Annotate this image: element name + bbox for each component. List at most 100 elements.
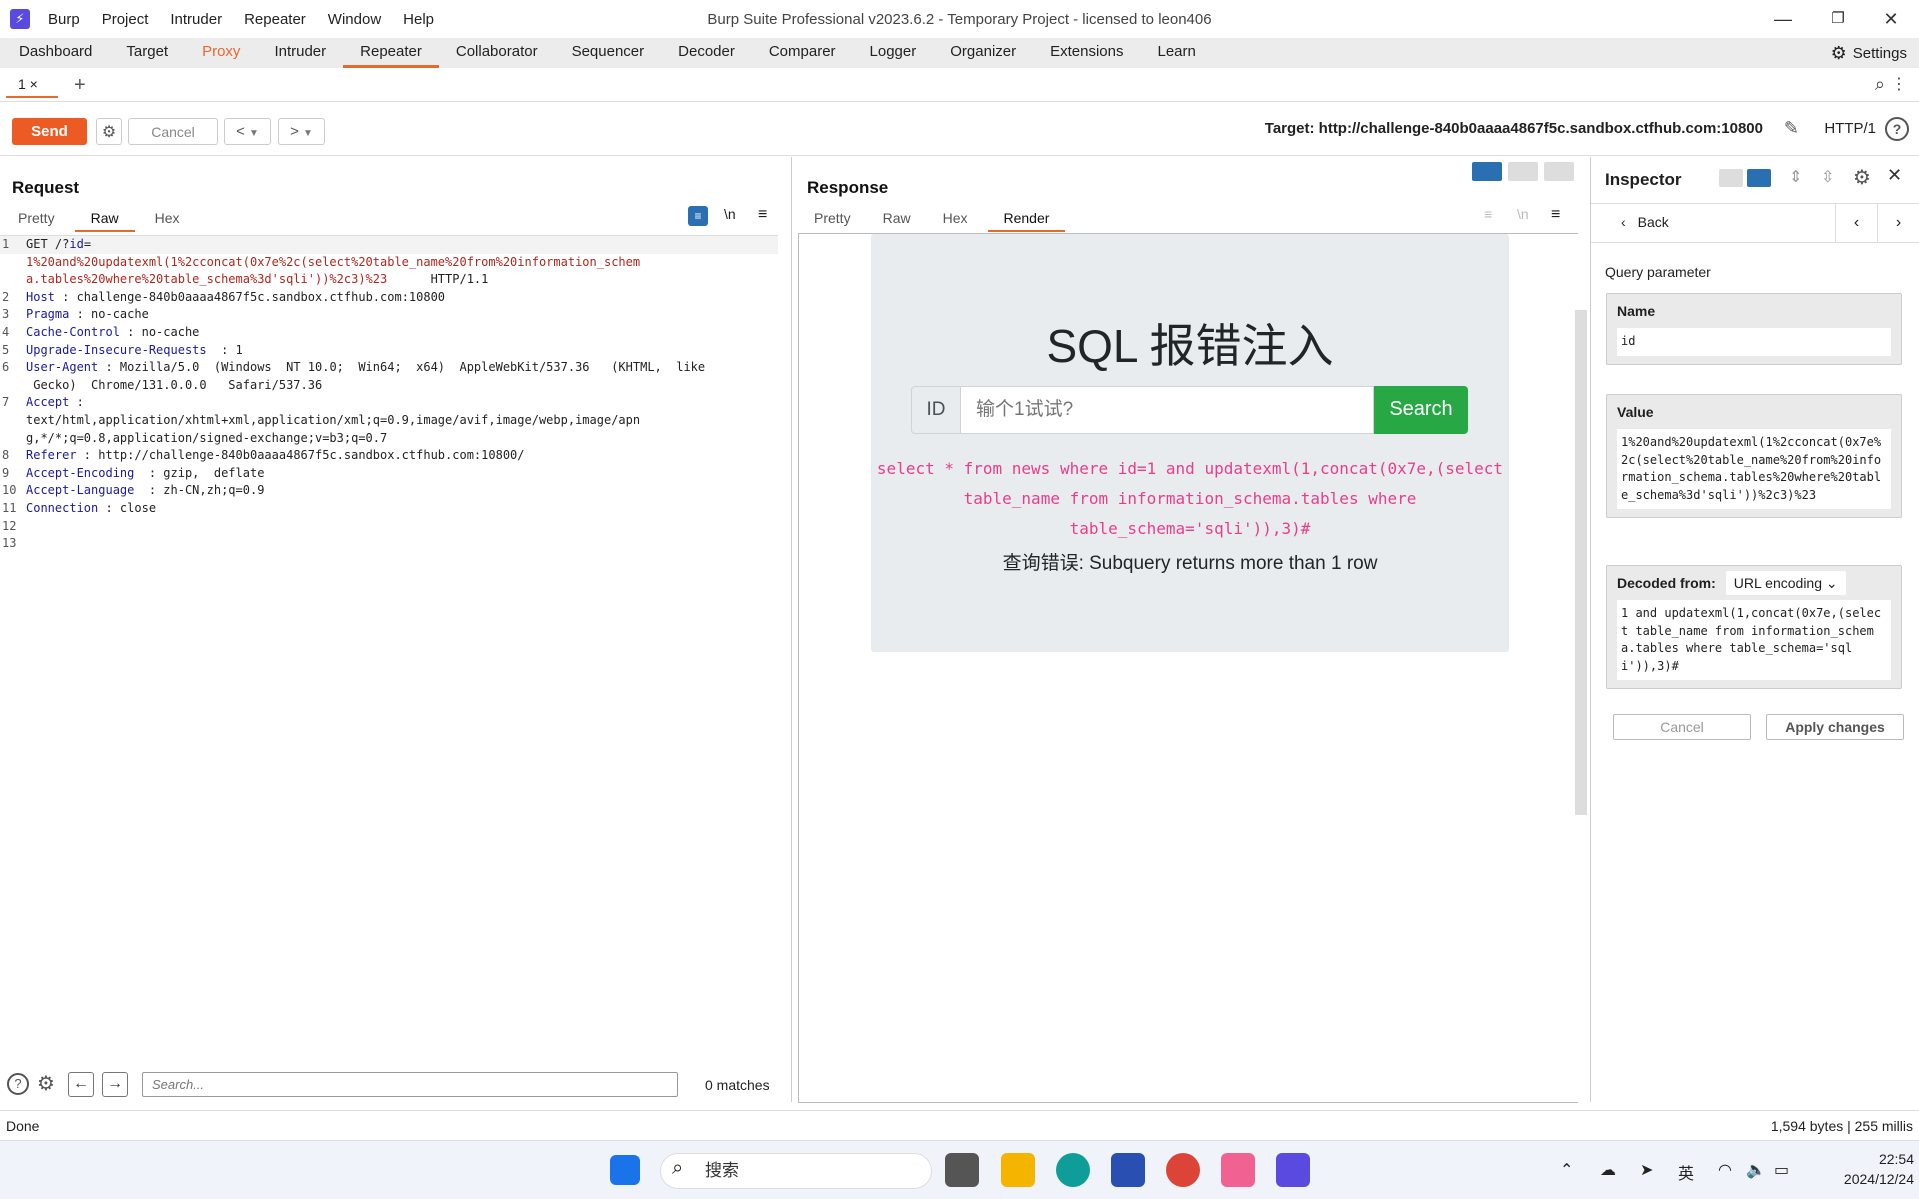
- tab-extensions[interactable]: Extensions: [1033, 38, 1140, 68]
- close-icon[interactable]: ✕: [1887, 165, 1902, 186]
- tab-dashboard[interactable]: Dashboard: [2, 38, 109, 68]
- layout-side-icon[interactable]: [1747, 169, 1771, 187]
- tab-intruder[interactable]: Intruder: [257, 38, 343, 68]
- code-line: 8 Referer : http://challenge-840b0aaaa486…: [2, 448, 525, 463]
- previous-match-icon[interactable]: ←: [68, 1072, 94, 1097]
- chevron-up-icon[interactable]: ⌃: [1560, 1160, 1573, 1180]
- menu-icon[interactable]: ≡: [1551, 206, 1560, 224]
- menu-repeater[interactable]: Repeater: [244, 11, 306, 28]
- request-tab-raw[interactable]: Raw: [74, 208, 135, 232]
- tab-decoder[interactable]: Decoder: [661, 38, 752, 68]
- search-button[interactable]: Search: [1374, 386, 1468, 434]
- clock[interactable]: 22:54 2024/12/24: [1820, 1149, 1914, 1189]
- expand-icon[interactable]: ⇕: [1789, 167, 1802, 187]
- newline-icon[interactable]: \n: [724, 206, 736, 222]
- volume-icon[interactable]: 🔈: [1746, 1160, 1766, 1180]
- minimize-icon[interactable]: —: [1758, 4, 1808, 34]
- http-version[interactable]: HTTP/1: [1824, 120, 1876, 137]
- next-match-icon[interactable]: →: [102, 1072, 128, 1097]
- add-tab-icon[interactable]: +: [74, 74, 86, 97]
- split-horizontal-icon[interactable]: [1472, 162, 1502, 181]
- gear-icon[interactable]: ⚙: [1853, 165, 1871, 190]
- tab-sequencer[interactable]: Sequencer: [555, 38, 662, 68]
- chevron-left-icon[interactable]: ‹: [1835, 204, 1877, 243]
- settings-label: Settings: [1852, 45, 1907, 62]
- scrollbar[interactable]: [1575, 310, 1587, 815]
- tab-proxy[interactable]: Proxy: [185, 38, 257, 68]
- request-tab-pretty[interactable]: Pretty: [6, 208, 67, 232]
- split-vertical-icon[interactable]: [1508, 162, 1538, 181]
- time-text: 22:54: [1878, 1151, 1914, 1167]
- menu-window[interactable]: Window: [328, 11, 381, 28]
- code-line: 9 Accept-Encoding : gzip, deflate: [2, 465, 265, 480]
- tab-learn[interactable]: Learn: [1140, 38, 1212, 68]
- bilibili-icon[interactable]: [1221, 1153, 1255, 1187]
- gear-icon[interactable]: ⚙: [37, 1071, 55, 1096]
- repeater-tab-1[interactable]: 1 ×: [6, 72, 58, 98]
- id-label: ID: [911, 386, 961, 434]
- menu-intruder[interactable]: Intruder: [170, 11, 222, 28]
- chevron-right-icon[interactable]: ›: [1877, 204, 1919, 243]
- layout-list-icon[interactable]: [1719, 169, 1743, 187]
- menu-icon[interactable]: ≡: [758, 206, 767, 224]
- cancel-button[interactable]: Cancel: [128, 118, 218, 145]
- back-button[interactable]: ‹ Back: [1621, 214, 1669, 230]
- restore-icon[interactable]: ❐: [1813, 4, 1863, 34]
- gear-icon: ⚙: [1830, 43, 1847, 63]
- request-editor[interactable]: 1 GET /?id= 1%20and%20updatexml(1%2cconca…: [0, 235, 778, 1015]
- wifi-icon[interactable]: ◠: [1718, 1160, 1732, 1180]
- encoding-select[interactable]: URL encoding ⌄: [1725, 571, 1846, 595]
- menu-help[interactable]: Help: [403, 11, 434, 28]
- forward-button[interactable]: > ▼: [278, 118, 325, 145]
- send-button[interactable]: Send: [12, 118, 87, 145]
- response-tab-hex[interactable]: Hex: [931, 208, 980, 232]
- gear-icon[interactable]: ⚙: [96, 118, 122, 145]
- request-tab-hex[interactable]: Hex: [143, 208, 192, 232]
- cloud-icon[interactable]: ☁: [1600, 1160, 1616, 1180]
- repeater-tab-bar: 1 × + ⌕ ⋮: [0, 68, 1919, 102]
- search-icon[interactable]: ⌕: [1875, 74, 1885, 95]
- send-icon[interactable]: ➤: [1640, 1160, 1653, 1180]
- code-line: 11 Connection : close: [2, 500, 157, 515]
- edge-browser-icon[interactable]: [1056, 1153, 1090, 1187]
- apply-changes-button[interactable]: Apply changes: [1766, 714, 1904, 740]
- close-window-icon[interactable]: ✕: [1866, 4, 1916, 34]
- tab-target[interactable]: Target: [109, 38, 185, 68]
- store-icon[interactable]: [1111, 1153, 1145, 1187]
- task-view-icon[interactable]: [945, 1153, 979, 1187]
- collapse-icon[interactable]: ⇳: [1821, 167, 1834, 187]
- tab-organizer[interactable]: Organizer: [933, 38, 1033, 68]
- decoded-value[interactable]: 1 and updatexml(1,concat(0x7e,(select ta…: [1617, 600, 1891, 680]
- taskbar-search[interactable]: 搜索: [660, 1153, 932, 1189]
- tab-collaborator[interactable]: Collaborator: [439, 38, 555, 68]
- windows-start-icon[interactable]: [610, 1155, 640, 1185]
- tab-repeater[interactable]: Repeater: [343, 38, 439, 68]
- id-input[interactable]: 输个1试试?: [960, 386, 1374, 434]
- file-explorer-icon[interactable]: [1001, 1153, 1035, 1187]
- more-options-icon[interactable]: ⋮: [1891, 74, 1907, 94]
- date-text: 2024/12/24: [1843, 1171, 1914, 1187]
- tab-logger[interactable]: Logger: [853, 38, 934, 68]
- pencil-icon[interactable]: ✎: [1784, 118, 1799, 139]
- back-button[interactable]: < ▼: [224, 118, 271, 145]
- help-icon[interactable]: ?: [1885, 117, 1909, 141]
- value-text[interactable]: 1%20and%20updatexml(1%2cconcat(0x7e%2c(s…: [1617, 429, 1891, 509]
- response-tab-render[interactable]: Render: [987, 208, 1066, 232]
- battery-icon[interactable]: ▭: [1774, 1160, 1789, 1180]
- ime-indicator[interactable]: 英: [1678, 1160, 1694, 1184]
- chrome-icon[interactable]: [1166, 1153, 1200, 1187]
- tab-comparer[interactable]: Comparer: [752, 38, 853, 68]
- response-tab-pretty[interactable]: Pretty: [802, 208, 863, 232]
- settings-button[interactable]: ⚙ Settings: [1831, 43, 1907, 64]
- tabs-layout-icon[interactable]: [1544, 162, 1574, 181]
- help-icon[interactable]: ?: [7, 1073, 29, 1095]
- inspector-cancel-button[interactable]: Cancel: [1613, 714, 1751, 740]
- code-line: 4 Cache-Control : no-cache: [2, 324, 200, 339]
- search-input[interactable]: Search...: [142, 1072, 678, 1097]
- menu-project[interactable]: Project: [102, 11, 149, 28]
- burp-taskbar-icon[interactable]: [1276, 1153, 1310, 1187]
- menu-burp[interactable]: Burp: [48, 11, 80, 28]
- wrap-lines-icon[interactable]: ≡: [688, 206, 708, 226]
- response-tab-raw[interactable]: Raw: [871, 208, 923, 232]
- name-value[interactable]: id: [1617, 328, 1891, 356]
